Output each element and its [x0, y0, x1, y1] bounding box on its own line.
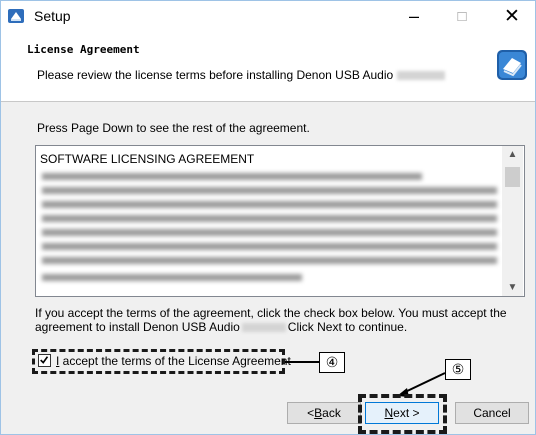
wizard-header: License Agreement Please review the lice… [1, 31, 535, 102]
license-heading: SOFTWARE LICENSING AGREEMENT [40, 152, 255, 166]
callout-highlight-next [358, 394, 447, 434]
page-down-prompt: Press Page Down to see the rest of the a… [37, 121, 310, 135]
license-blurred-line [42, 173, 422, 180]
accept-checkbox-label[interactable]: I accept the terms of the License Agreem… [56, 354, 291, 368]
back-accel-key: B [314, 406, 323, 420]
callout-4-leader [285, 361, 319, 363]
license-scrollbar[interactable]: ▲ ▼ [502, 146, 523, 296]
checkmark-icon [40, 356, 49, 364]
license-blurred-line [42, 243, 497, 250]
accept-instructions-continue: Click Next to continue. [287, 320, 408, 334]
accept-checkbox[interactable] [38, 354, 51, 367]
license-text-box[interactable]: SOFTWARE LICENSING AGREEMENT ▲ ▼ [35, 145, 525, 297]
scroll-up-arrow-icon[interactable]: ▲ [502, 146, 523, 163]
license-blurred-line [42, 257, 497, 264]
scroll-down-arrow-icon[interactable]: ▼ [502, 279, 523, 296]
license-blurred-line [42, 229, 497, 236]
version-redacted [397, 71, 446, 81]
page-subtitle-text: Please review the license terms before i… [37, 68, 394, 82]
scroll-thumb[interactable] [505, 167, 520, 187]
page-title: License Agreement [27, 43, 140, 56]
back-label-rest: ack [322, 406, 341, 420]
setup-app-icon [8, 9, 24, 23]
back-prefix: < [307, 406, 315, 420]
accept-label-text: accept the terms of the License Agreemen… [59, 354, 291, 368]
accept-instructions: If you accept the terms of the agreement… [35, 306, 527, 334]
maximize-button[interactable]: □ [439, 1, 485, 31]
license-blurred-line [42, 215, 497, 222]
page-subtitle: Please review the license terms before i… [37, 68, 446, 82]
back-button[interactable]: < Back [287, 402, 361, 424]
license-blurred-line [42, 187, 497, 194]
callout-4-label: ④ [319, 352, 345, 373]
title-bar: Setup – □ ✕ [1, 1, 535, 31]
license-blurred-line [42, 201, 497, 208]
cancel-button[interactable]: Cancel [455, 402, 529, 424]
setup-window: Setup – □ ✕ License Agreement Please rev… [0, 0, 536, 435]
version-redacted [241, 323, 286, 333]
license-blurred-line [42, 274, 302, 281]
close-button[interactable]: ✕ [489, 1, 535, 31]
installer-icon [497, 50, 527, 80]
minimize-button[interactable]: – [391, 1, 437, 31]
window-title: Setup [34, 8, 71, 24]
